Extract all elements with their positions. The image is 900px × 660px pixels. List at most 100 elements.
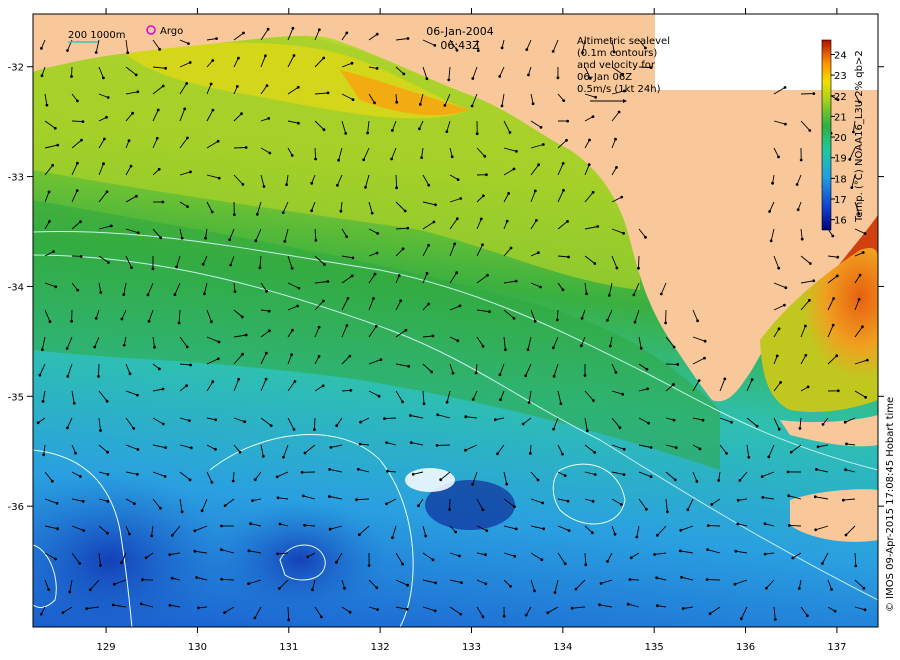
velocity-arrow-head [75,189,79,193]
velocity-arrow-head [391,129,394,132]
velocity-arrow-head [537,163,541,167]
velocity-arrow-head [48,220,51,223]
velocity-arrow-head [585,429,589,433]
velocity-arrow-head [471,398,475,401]
velocity-arrow-head [567,255,570,259]
velocity-arrow-head [464,448,467,452]
lat-tick-label: -33 [8,173,24,184]
velocity-arrow-head [134,73,138,77]
velocity-arrow-head [542,527,546,531]
velocity-arrow-head [180,236,184,240]
velocity-arrow-head [72,401,76,405]
velocity-arrow-head [103,137,106,141]
velocity-arrow-head [99,564,102,567]
velocity-arrow-head [188,419,191,422]
velocity-arrow-head [567,529,571,532]
velocity-arrow-head [606,318,609,322]
velocity-arrow-head [233,290,237,293]
velocity-arrow-head [76,161,79,165]
velocity-arrow-head [185,384,189,388]
velocity-arrow-head [113,582,116,586]
velocity-arrow-head [51,163,55,167]
velocity-arrow-head [861,325,864,329]
velocity-arrow-head [447,78,451,82]
velocity-arrow-head [220,524,223,528]
velocity-arrow-head [320,615,323,619]
velocity-arrow-head [453,242,457,246]
velocity-arrow-head [126,51,130,55]
velocity-arrow-head [223,611,227,614]
velocity-arrow-head [525,48,529,51]
velocity-arrow-head [215,37,218,40]
velocity-arrow-head [129,164,133,168]
velocity-arrow-head [427,302,430,306]
velocity-arrow-head [760,475,764,478]
velocity-arrow-head [659,292,663,296]
colorbar-title: Temp. (°C) NOAA16_L3U 2% qb>2 [854,50,865,223]
velocity-note-line: 06-Jan 06Z [577,72,632,83]
velocity-arrow-head [552,374,556,378]
velocity-arrow-head [593,262,597,265]
velocity-arrow-head [664,321,667,325]
velocity-arrow-head [106,450,109,454]
velocity-arrow-head [594,95,597,99]
velocity-arrow-head [570,606,574,610]
velocity-arrow-head [231,479,235,483]
velocity-arrow-head [275,475,279,479]
velocity-arrow-head [705,578,709,581]
velocity-arrow-head [40,74,44,78]
velocity-arrow-head [618,426,622,430]
velocity-arrow-head [493,418,497,422]
velocity-arrow-head [106,472,110,476]
velocity-arrow-head [451,371,455,375]
velocity-arrow-head [311,588,314,592]
velocity-arrow-head [180,510,184,514]
velocity-arrow-head [242,31,245,35]
velocity-arrow-head [783,86,787,89]
velocity-arrow-head [349,388,353,392]
velocity-arrow-head [698,447,702,451]
velocity-arrow-head [622,231,625,235]
velocity-arrow-head [362,158,366,162]
velocity-arrow-head [201,262,205,266]
velocity-arrow-head [189,363,193,367]
velocity-arrow-head [55,501,59,505]
velocity-arrow-head [188,478,192,482]
velocity-arrow-head [455,271,459,275]
velocity-arrow-head [591,190,595,194]
velocity-arrow-head [131,111,135,115]
velocity-arrow-head [512,167,516,171]
velocity-arrow-head [788,524,791,527]
velocity-arrow-head [734,549,738,553]
velocity-arrow-head [42,453,46,457]
velocity-arrow-head [158,47,162,51]
velocity-arrow-head [390,157,393,161]
velocity-arrow-head [500,104,504,108]
velocity-arrow-head [481,243,484,247]
velocity-arrow-head [632,293,636,297]
velocity-arrow-head [736,498,740,502]
velocity-arrow-head [297,121,300,125]
velocity-arrow-head [175,265,179,269]
velocity-arrow-head [313,428,316,431]
velocity-arrow-head [240,112,243,116]
velocity-arrow-head [434,203,437,207]
velocity-arrow-head [82,529,86,532]
velocity-arrow-head [266,27,270,31]
velocity-arrow-head [736,522,740,526]
velocity-arrow-head [431,334,435,338]
velocity-arrow-head [141,578,144,582]
colorbar-tick-label: 22 [834,92,847,103]
velocity-arrow-head [591,115,595,118]
velocity-note-line: (0.1m contours) [577,48,657,59]
velocity-arrow-head [830,588,833,591]
velocity-arrow-head [717,479,721,482]
velocity-arrow-head [111,603,115,607]
velocity-arrow-head [290,154,294,157]
velocity-arrow-head [615,166,618,169]
velocity-arrow-head [561,288,565,292]
velocity-arrow-head [620,503,623,506]
velocity-arrow-head [424,534,428,538]
velocity-arrow-head [395,100,399,104]
velocity-arrow [789,524,802,527]
